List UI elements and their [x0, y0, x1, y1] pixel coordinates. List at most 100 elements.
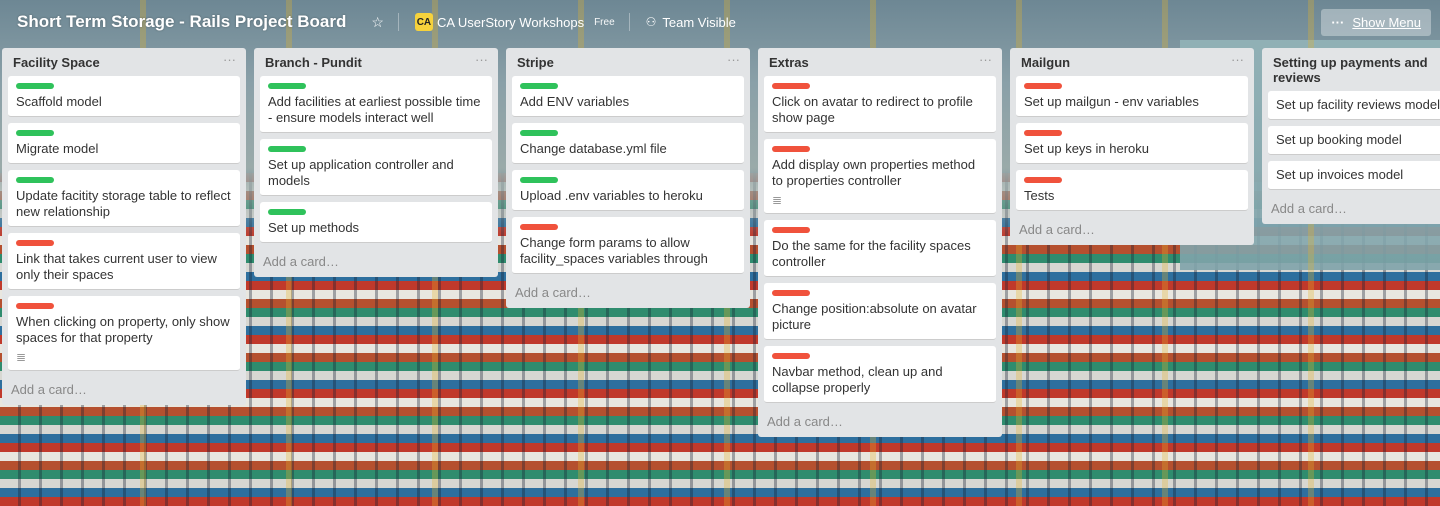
list-title[interactable]: Stripe — [517, 55, 721, 70]
add-card-button[interactable]: Add a card… — [1268, 196, 1440, 218]
card-title: Tests — [1024, 188, 1055, 203]
card[interactable]: When clicking on property, only show spa… — [8, 296, 240, 371]
org-name: CA UserStory Workshops — [436, 14, 585, 30]
add-card-button[interactable]: Add a card… — [512, 280, 744, 302]
card[interactable]: Navbar method, clean up and collapse pro… — [764, 346, 996, 403]
list-title[interactable]: Extras — [769, 55, 973, 70]
card-label-red — [1024, 83, 1062, 89]
card-label-red — [16, 303, 54, 309]
card[interactable]: Set up application controller and models — [260, 139, 492, 196]
list-menu-icon[interactable]: ··· — [217, 53, 236, 66]
card-label-red — [772, 227, 810, 233]
card-label-red — [772, 290, 810, 296]
card-title: Update facitity storage table to reflect… — [16, 188, 231, 219]
card-label-red — [16, 240, 54, 246]
card-label-green — [520, 130, 558, 136]
free-badge: Free — [594, 16, 615, 28]
card-title: Set up application controller and models — [268, 157, 454, 188]
card-label-red — [1024, 177, 1062, 183]
board-title[interactable]: Short Term Storage - Rails Project Board — [14, 8, 349, 36]
list-title[interactable]: Setting up payments and reviews — [1273, 55, 1436, 85]
card-label-green — [268, 83, 306, 89]
add-card-button[interactable]: Add a card… — [764, 409, 996, 431]
card-title: Change database.yml file — [520, 141, 667, 156]
list-stripe: Stripe ··· Add ENV variables Change data… — [506, 48, 750, 308]
list-title[interactable]: Mailgun — [1021, 55, 1225, 70]
card[interactable]: Migrate model — [8, 123, 240, 164]
list-payments-reviews: Setting up payments and reviews Set up f… — [1262, 48, 1440, 224]
header-divider — [397, 13, 399, 31]
card-title: Set up methods — [268, 220, 360, 235]
card[interactable]: Set up invoices model — [1268, 161, 1440, 190]
card-title: Add ENV variables — [520, 94, 630, 109]
list-branch-pundit: Branch - Pundit ··· Add facilities at ea… — [254, 48, 498, 277]
list-header: Stripe ··· — [512, 48, 744, 76]
card[interactable]: Change form params to allow facility_spa… — [512, 217, 744, 274]
card[interactable]: Set up methods — [260, 202, 492, 243]
card[interactable]: Add facilities at earliest possible time… — [260, 76, 492, 133]
card[interactable]: Update facitity storage table to reflect… — [8, 170, 240, 227]
card[interactable]: Set up keys in heroku — [1016, 123, 1248, 164]
description-icon: ≣ — [16, 350, 27, 364]
card[interactable]: Tests — [1016, 170, 1248, 211]
card-label-red — [772, 146, 810, 152]
org-logo-icon: CA — [414, 13, 433, 31]
list-extras: Extras ··· Click on avatar to redirect t… — [758, 48, 1002, 437]
org-button[interactable]: CA CA UserStory Workshops Free — [409, 9, 621, 35]
list-title[interactable]: Facility Space — [13, 55, 217, 70]
card-label-green — [268, 209, 306, 215]
card[interactable]: Scaffold model — [8, 76, 240, 117]
visibility-button[interactable]: ⚇ Team Visible — [640, 11, 742, 34]
card[interactable]: Set up mailgun - env variables — [1016, 76, 1248, 117]
card-title: Set up invoices model — [1276, 167, 1404, 182]
list-menu-icon[interactable]: ··· — [973, 53, 992, 66]
card[interactable]: Add display own properties method to pro… — [764, 139, 996, 214]
description-icon: ≣ — [772, 193, 783, 207]
card[interactable]: Upload .env variables to heroku — [512, 170, 744, 211]
card-title: When clicking on property, only show spa… — [16, 314, 230, 345]
add-card-button[interactable]: Add a card… — [260, 249, 492, 271]
card-title: Migrate model — [16, 141, 99, 156]
card-title: Set up facility reviews model — [1276, 97, 1440, 112]
card-title: Set up mailgun - env variables — [1024, 94, 1199, 109]
card-title: Upload .env variables to heroku — [520, 188, 703, 203]
add-card-button[interactable]: Add a card… — [1016, 217, 1248, 239]
card[interactable]: Link that takes current user to view onl… — [8, 233, 240, 290]
list-menu-icon[interactable]: ··· — [469, 53, 488, 66]
card[interactable]: Add ENV variables — [512, 76, 744, 117]
card-label-green — [520, 83, 558, 89]
card[interactable]: Change position:absolute on avatar pictu… — [764, 283, 996, 340]
visibility-label: Team Visible — [662, 14, 736, 30]
card[interactable]: Do the same for the facility spaces cont… — [764, 220, 996, 277]
team-icon: ⚇ — [645, 15, 657, 29]
card-label-red — [772, 353, 810, 359]
list-header: Extras ··· — [764, 48, 996, 76]
card-title: Set up booking model — [1276, 132, 1402, 147]
card-title: Scaffold model — [16, 94, 102, 109]
list-header: Facility Space ··· — [8, 48, 240, 76]
card-title: Change form params to allow facility_spa… — [520, 235, 708, 266]
card-label-green — [268, 146, 306, 152]
card-label-green — [16, 130, 54, 136]
board-header: Short Term Storage - Rails Project Board… — [0, 0, 1440, 44]
show-menu-button[interactable]: ··· Show Menu — [1321, 8, 1431, 36]
star-icon[interactable]: ☆ — [365, 10, 390, 35]
card[interactable]: Set up facility reviews model — [1268, 91, 1440, 120]
list-title[interactable]: Branch - Pundit — [265, 55, 469, 70]
card-label-green — [520, 177, 558, 183]
add-card-button[interactable]: Add a card… — [8, 377, 240, 399]
card-title: Add facilities at earliest possible time… — [268, 94, 481, 125]
list-menu-icon[interactable]: ··· — [1225, 53, 1244, 66]
card[interactable]: Change database.yml file — [512, 123, 744, 164]
card[interactable]: Click on avatar to redirect to profile s… — [764, 76, 996, 133]
card-title: Link that takes current user to view onl… — [16, 251, 217, 282]
list-mailgun: Mailgun ··· Set up mailgun - env variabl… — [1010, 48, 1254, 245]
card-title: Do the same for the facility spaces cont… — [772, 238, 971, 269]
card-title: Navbar method, clean up and collapse pro… — [772, 364, 943, 395]
card-label-red — [1024, 130, 1062, 136]
list-menu-icon[interactable]: ··· — [721, 53, 740, 66]
show-menu-label: Show Menu — [1352, 14, 1421, 30]
card-title: Change position:absolute on avatar pictu… — [772, 301, 977, 332]
card-title: Click on avatar to redirect to profile s… — [772, 94, 973, 125]
card[interactable]: Set up booking model — [1268, 126, 1440, 155]
